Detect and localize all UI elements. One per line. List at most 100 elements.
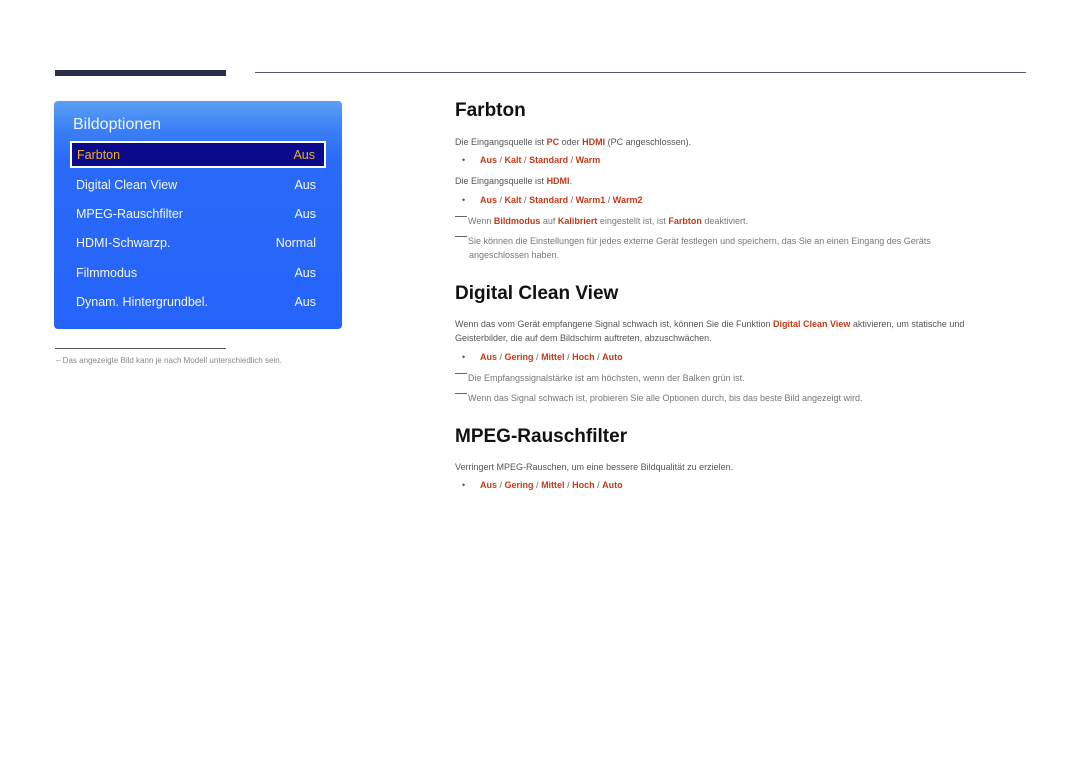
text: deaktiviert. <box>701 216 748 226</box>
note-dash <box>455 373 467 374</box>
option-value: Mittel <box>541 480 565 490</box>
menu-item-label: Farbton <box>77 147 121 162</box>
farbton-source-hdmi: Die Eingangsquelle ist HDMI. <box>455 174 572 188</box>
option-value: Warm2 <box>612 195 643 205</box>
option-separator: / <box>497 195 505 205</box>
option-value: Aus <box>480 352 498 362</box>
option-value: Standard <box>529 155 569 165</box>
footnote: – Das angezeigte Bild kann je nach Model… <box>56 356 282 365</box>
dcv-note-2: Wenn das Signal schwach ist, probieren S… <box>455 391 863 405</box>
dcv-description: Wenn das vom Gerät empfangene Signal sch… <box>455 317 1015 345</box>
text: angeschlossen haben. <box>469 250 560 260</box>
option-separator: / <box>594 480 603 490</box>
option-value: Aus <box>480 155 498 165</box>
menu-item-value: Aus <box>294 265 316 280</box>
mpeg-options: • Aus / Gering / Mittel / Hoch / Auto <box>462 480 623 490</box>
menu-item-digital-clean-view[interactable]: Digital Clean View Aus <box>70 171 326 198</box>
highlight: HDMI <box>546 176 570 186</box>
menu-item-label: HDMI-Schwarzp. <box>76 235 171 250</box>
dcv-note-1: Die Empfangssignalstärke ist am höchsten… <box>455 371 745 385</box>
option-separator: / <box>497 155 505 165</box>
menu-item-value: Normal <box>275 235 316 250</box>
option-separator: / <box>497 480 505 490</box>
text: Wenn das Signal schwach ist, probieren S… <box>468 393 863 403</box>
option-separator: / <box>568 155 576 165</box>
option-value: Warm1 <box>575 195 606 205</box>
highlight: Bildmodus <box>493 216 541 226</box>
highlight: HDMI <box>582 137 606 147</box>
text: eingestellt ist, ist <box>597 216 669 226</box>
note-dash <box>455 393 467 394</box>
option-value: Aus <box>480 480 498 490</box>
menu-item-dynam-hintergrundbel[interactable]: Dynam. Hintergrundbel. Aus <box>70 288 326 315</box>
note-dash <box>455 236 467 237</box>
option-separator: / <box>605 195 613 205</box>
section-title-digital-clean-view: Digital Clean View <box>455 283 619 304</box>
menu-item-mpeg-rauschfilter[interactable]: MPEG-Rauschfilter Aus <box>70 200 326 227</box>
footnote-rule <box>55 348 226 349</box>
option-value: Hoch <box>572 480 595 490</box>
text: Die Eingangsquelle ist <box>455 137 547 147</box>
text: Sie können die Einstellungen für jedes e… <box>468 236 931 246</box>
dcv-options: • Aus / Gering / Mittel / Hoch / Auto <box>462 352 623 362</box>
option-value: Warm <box>575 155 601 165</box>
section-title-farbton: Farbton <box>455 100 526 121</box>
option-separator: / <box>533 352 542 362</box>
option-value: Aus <box>480 195 498 205</box>
header-rule-thin <box>255 72 1026 73</box>
option-separator: / <box>521 155 530 165</box>
menu-item-value: Aus <box>294 294 316 309</box>
menu-item-label: Filmmodus <box>76 265 138 280</box>
farbton-options-1: • Aus / Kalt / Standard / Warm <box>462 155 600 165</box>
menu-item-farbton[interactable]: Farbton Aus <box>70 141 326 168</box>
bullet-icon: • <box>462 352 466 362</box>
text: Die Eingangsquelle ist <box>455 176 547 186</box>
highlight: Kalibriert <box>557 216 598 226</box>
option-separator: / <box>497 352 505 362</box>
option-value: Auto <box>602 352 623 362</box>
menu-item-label: Digital Clean View <box>76 177 178 192</box>
option-value: Standard <box>529 195 569 205</box>
highlight: Farbton <box>668 216 702 226</box>
text: auf <box>540 216 558 226</box>
option-value: Mittel <box>541 352 565 362</box>
text: Wenn <box>468 216 494 226</box>
option-separator: / <box>594 352 603 362</box>
farbton-note-2: Sie können die Einstellungen für jedes e… <box>455 234 931 262</box>
menu-item-hdmi-schwarzp[interactable]: HDMI-Schwarzp. Normal <box>70 229 326 256</box>
highlight: Digital Clean View <box>773 319 851 329</box>
option-value: Kalt <box>504 195 522 205</box>
text: (PC angeschlossen). <box>605 137 692 147</box>
menu-item-label: Dynam. Hintergrundbel. <box>76 294 209 309</box>
farbton-note-1: Wenn Bildmodus auf Kalibriert eingestell… <box>455 214 748 228</box>
bullet-icon: • <box>462 195 466 205</box>
option-value: Kalt <box>504 155 522 165</box>
footnote-text: Das angezeigte Bild kann je nach Modell … <box>62 356 282 365</box>
panel-title: Bildoptionen <box>73 116 162 133</box>
text: Die Empfangssignalstärke ist am höchsten… <box>468 373 745 383</box>
bildoptionen-menu-panel: Bildoptionen Farbton Aus Digital Clean V… <box>54 101 342 329</box>
highlight: PC <box>546 137 560 147</box>
option-separator: / <box>533 480 542 490</box>
section-title-mpeg-rauschfilter: MPEG-Rauschfilter <box>455 426 628 447</box>
option-separator: / <box>564 352 573 362</box>
header-rule-thick <box>55 70 226 76</box>
text: oder <box>559 137 583 147</box>
option-value: Gering <box>504 480 534 490</box>
option-value: Hoch <box>572 352 595 362</box>
menu-item-value: Aus <box>293 147 315 162</box>
menu-item-label: MPEG-Rauschfilter <box>76 206 183 221</box>
farbton-source-pc-hdmi: Die Eingangsquelle ist PC oder HDMI (PC … <box>455 135 691 149</box>
option-separator: / <box>521 195 530 205</box>
text: Wenn das vom Gerät empfangene Signal sch… <box>455 319 774 329</box>
menu-item-value: Aus <box>294 177 316 192</box>
menu-item-filmmodus[interactable]: Filmmodus Aus <box>70 259 326 286</box>
menu-item-value: Aus <box>294 206 316 221</box>
text: . <box>569 176 573 186</box>
bullet-icon: • <box>462 480 466 490</box>
option-separator: / <box>568 195 576 205</box>
option-value: Gering <box>504 352 534 362</box>
option-separator: / <box>564 480 573 490</box>
mpeg-description: Verringert MPEG-Rauschen, um eine besser… <box>455 462 734 472</box>
option-value: Auto <box>602 480 623 490</box>
